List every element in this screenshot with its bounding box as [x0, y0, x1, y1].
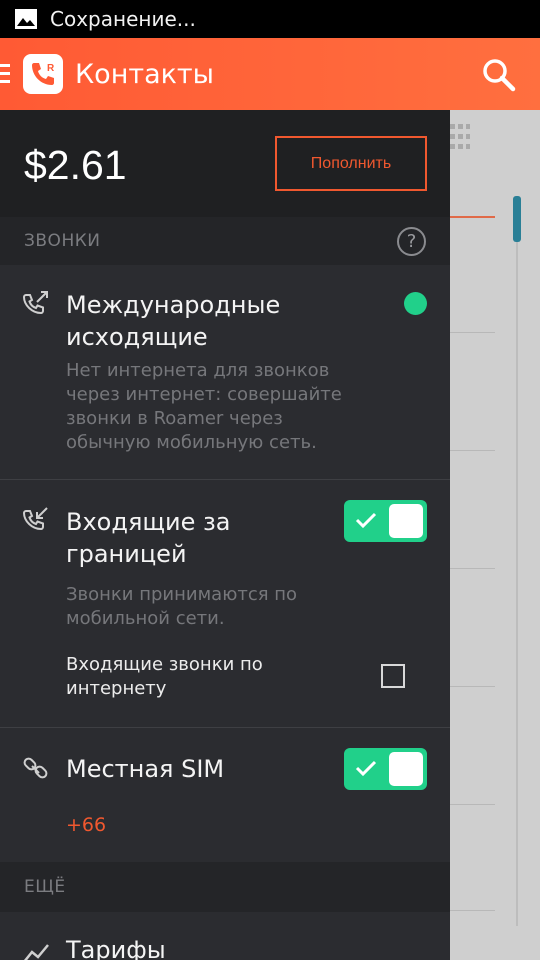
international-outgoing-item[interactable]: Международные исходящие Нет интернета дл… [0, 265, 450, 480]
internet-calls-checkbox[interactable] [381, 664, 405, 688]
local-sim-title: Местная SIM [66, 755, 225, 783]
incoming-abroad-title-line2: границей [66, 540, 187, 568]
balance-amount: $2.61 [24, 142, 127, 188]
dialpad-icon [450, 124, 470, 149]
balance-row: $2.61 Пополнить [0, 110, 450, 217]
internet-calls-label-line1: Входящие звонки по [66, 654, 263, 675]
incoming-abroad-item: Входящие за границей Звонки принимаются … [0, 480, 450, 728]
status-text: Сохранение... [50, 7, 196, 31]
incoming-abroad-desc-line1: Звонки принимаются по [66, 584, 298, 605]
page-title: Контакты [75, 58, 214, 90]
internet-calls-label-line2: интернету [66, 678, 167, 699]
phone-logo-icon: R [32, 63, 55, 85]
international-outgoing-desc-line4: обычную мобильную сеть. [66, 432, 317, 453]
local-sim-number[interactable]: +66 [66, 814, 106, 836]
scrollbar-track [516, 196, 518, 926]
navigation-drawer: $2.61 Пополнить ЗВОНКИ ? Международные и… [0, 110, 450, 960]
background-contacts-list [450, 110, 540, 960]
app-logo: R [23, 54, 63, 94]
tariffs-item[interactable]: Тарифы [0, 912, 450, 960]
app-bar: R Контакты [0, 38, 540, 110]
more-section-label: ЕЩЁ [24, 877, 66, 897]
help-icon[interactable]: ? [397, 227, 426, 256]
incoming-abroad-desc-line2: мобильной сети. [66, 608, 225, 629]
check-icon [355, 512, 377, 529]
status-indicator [404, 292, 427, 315]
international-outgoing-desc-line3: звонки в Roamer через [66, 408, 283, 429]
outgoing-call-icon [22, 291, 48, 315]
local-sim-toggle[interactable] [344, 748, 427, 790]
image-icon [15, 9, 37, 29]
svg-text:R: R [47, 63, 55, 74]
menu-icon[interactable] [0, 64, 10, 84]
topup-button[interactable]: Пополнить [275, 136, 427, 191]
status-bar: Сохранение... [0, 0, 540, 38]
scrollbar-thumb[interactable] [513, 196, 521, 242]
international-outgoing-desc-line1: Нет интернета для звонков [66, 360, 330, 381]
list-accent-divider [450, 216, 495, 218]
incoming-call-icon [22, 507, 48, 531]
chart-trend-icon [23, 944, 49, 960]
link-icon [23, 757, 48, 779]
incoming-abroad-toggle[interactable] [344, 500, 427, 542]
search-icon[interactable] [482, 58, 516, 92]
incoming-abroad-title-line1: Входящие за [66, 508, 231, 536]
international-outgoing-title-line1: Международные [66, 291, 281, 319]
check-icon [355, 760, 377, 777]
tariffs-label: Тарифы [66, 936, 166, 960]
international-outgoing-title-line2: исходящие [66, 323, 208, 351]
international-outgoing-desc-line2: через интернет: совершайте [66, 384, 342, 405]
toggle-knob [389, 504, 423, 538]
local-sim-item: Местная SIM +66 [0, 728, 450, 862]
calls-section-label: ЗВОНКИ [24, 231, 101, 251]
more-section-header: ЕЩЁ [0, 862, 450, 912]
toggle-knob [389, 752, 423, 786]
calls-section-header: ЗВОНКИ ? [0, 217, 450, 265]
